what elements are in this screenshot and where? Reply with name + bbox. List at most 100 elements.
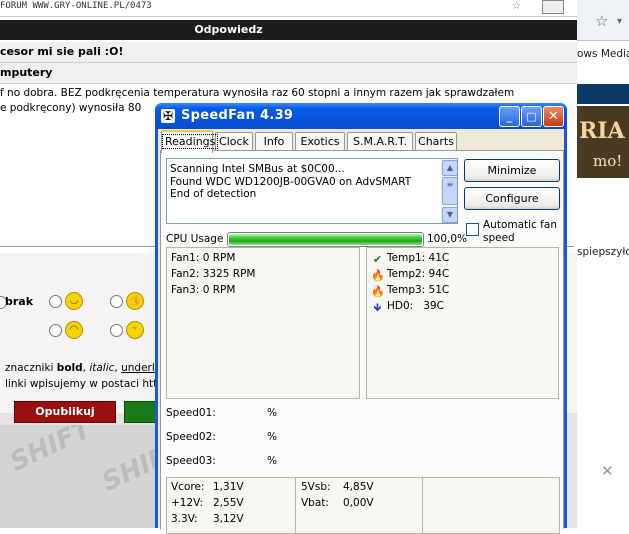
tab-smart[interactable]: S.M.A.R.T. <box>347 132 413 151</box>
ad-banner[interactable]: RIA mo! <box>577 106 629 178</box>
tab-readings[interactable]: Readings <box>161 130 219 153</box>
fan-value: 0 RPM <box>202 284 236 296</box>
speed-row: Speed01: <box>166 407 216 419</box>
voltage-row: 5Vsb: 4,85V <box>301 481 374 493</box>
fan-row: Fan3: 0 RPM <box>171 284 235 296</box>
voltage-value: 2,55V <box>213 497 244 509</box>
voltage-row: 3.3V: 3,12V <box>171 513 244 525</box>
temp-row: Temp1: 41C <box>387 252 449 264</box>
voltage-name: 3.3V: <box>171 513 198 525</box>
fan-name: Fan1: <box>171 252 200 264</box>
temp-row: Temp3: 51C <box>387 284 449 296</box>
voltage-name: +12V: <box>171 497 204 509</box>
banner-text: RIA <box>579 118 625 144</box>
automatic-fan-speed-checkbox[interactable] <box>466 223 479 236</box>
watermark-text: SHIFT <box>5 425 96 478</box>
scroll-thumb[interactable]: ≡ <box>442 177 457 205</box>
log-lines: Scanning Intel SMBus at $0C00... Found W… <box>170 163 411 201</box>
log-scrollbar[interactable]: ▲ ≡ ▼ <box>441 159 457 223</box>
cpu-usage-fill <box>229 234 422 245</box>
tab-label: Readings <box>162 134 219 149</box>
automatic-fan-speed-label: Automatic fan speed <box>483 219 557 244</box>
address-text: FORUM WWW.GRY-ONLINE.PL/0473 <box>0 1 152 11</box>
voltage-value: 3,12V <box>213 513 244 525</box>
configure-button[interactable]: Configure <box>464 187 560 210</box>
temp-name: Temp3: <box>387 284 426 296</box>
speed-row: Speed02: <box>166 431 216 443</box>
tongue-face-icon: ᵕ <box>126 321 144 339</box>
bookmark-star-icon[interactable]: ☆ <box>595 12 608 30</box>
textarea-line: f no dobra. BEZ podkręcenia temperatura … <box>0 87 515 99</box>
minimize-window-button[interactable]: _ <box>499 106 520 127</box>
minimize-button[interactable]: Minimize <box>464 159 560 182</box>
temp-name: Temp1: <box>387 252 426 264</box>
title-bar[interactable]: ✠ SpeedFan 4.39 _ □ ✕ <box>155 103 567 129</box>
temp-value: 51C <box>428 284 450 296</box>
smile-icon: ◡ <box>65 292 83 310</box>
fan-value: 3325 RPM <box>202 268 256 280</box>
voltage-row: Vcore: 1,31V <box>171 481 244 493</box>
scroll-down-icon[interactable]: ▼ <box>442 207 457 223</box>
voltage-row: +12V: 2,55V <box>171 497 244 509</box>
hint-bold: bold <box>56 362 83 374</box>
speedfan-window: ✠ SpeedFan 4.39 _ □ ✕ Readings Clock Inf… <box>155 103 567 534</box>
voltage-value: 1,31V <box>213 481 244 493</box>
flame-icon: 🔥 <box>371 285 385 298</box>
formatting-hint: znaczniki bold, italic, underline <box>5 362 171 374</box>
label-line: Automatic fan <box>483 219 557 231</box>
emoticon-radio[interactable] <box>110 295 123 308</box>
page-icon[interactable] <box>542 0 564 14</box>
speed-unit: % <box>267 431 277 443</box>
reply-header: Odpowiedz <box>0 20 577 40</box>
temp-row: HD0: 39C <box>387 300 444 312</box>
tab-info[interactable]: Info <box>255 132 293 151</box>
sidebar-link[interactable]: spiepszyło <box>577 246 629 258</box>
tab-charts[interactable]: Charts <box>415 132 457 151</box>
topic-title: cesor mi sie pali :O! <box>0 42 577 63</box>
tab-exotics[interactable]: Exotics <box>295 132 345 151</box>
voltage-row: Vbat: 0,00V <box>301 497 374 509</box>
tab-clock[interactable]: Clock <box>215 132 253 151</box>
address-bar[interactable]: FORUM WWW.GRY-ONLINE.PL/0473 ☆ <box>0 0 577 17</box>
emoticon-radio[interactable] <box>49 324 62 337</box>
fans-list: Fan1: 0 RPM Fan2: 3325 RPM Fan3: 0 RPM <box>166 247 360 399</box>
maximize-window-button[interactable]: □ <box>521 106 542 127</box>
hint-italic: italic <box>89 362 115 374</box>
speedfan-app-icon[interactable]: ✠ <box>161 109 175 123</box>
check-icon: ✔ <box>372 253 383 266</box>
nav-bar <box>577 84 629 104</box>
cpu-usage-value: 100,0% <box>427 233 468 245</box>
temp-name: Temp2: <box>387 268 426 280</box>
scroll-up-icon[interactable]: ▲ <box>442 160 457 176</box>
label-line: speed <box>483 231 515 244</box>
banner-text: mo! <box>593 152 623 170</box>
close-window-button[interactable]: ✕ <box>543 106 564 127</box>
emoticon-radio[interactable] <box>49 295 62 308</box>
voltage-name: Vcore: <box>171 481 205 493</box>
browser-toolbar: ☆ ▾ <box>577 0 629 41</box>
window-client: Readings Clock Info Exotics S.M.A.R.T. C… <box>158 129 564 534</box>
window-title: SpeedFan 4.39 <box>181 108 294 123</box>
emoticon-radio[interactable] <box>110 324 123 337</box>
flame-icon: 🔥 <box>371 269 385 282</box>
voltages-list: Vcore: 1,31V +12V: 2,55V 3.3V: 3,12V 5Vsb: 4… <box>166 477 560 534</box>
speed-unit: % <box>267 455 277 467</box>
readings-panel: Scanning Intel SMBus at $0C00... Found W… <box>160 150 564 534</box>
voltage-value: 0,00V <box>343 497 374 509</box>
log-line: Scanning Intel SMBus at $0C00... <box>170 163 345 175</box>
bookmark-windows-media[interactable]: ows Media <box>577 48 629 60</box>
temperatures-list: ✔ Temp1: 41C 🔥 Temp2: 94C 🔥 Temp3: 51C 🡻… <box>366 247 559 399</box>
voltage-name: Vbat: <box>301 497 329 509</box>
detection-log[interactable]: Scanning Intel SMBus at $0C00... Found W… <box>166 158 458 224</box>
bookmark-star-icon[interactable]: ☆ <box>512 0 521 12</box>
reply-header-label: Odpowiedz <box>194 23 263 36</box>
fan-row: Fan1: 0 RPM <box>171 252 235 264</box>
sad-face-icon: ◠ <box>65 321 83 339</box>
close-icon[interactable]: ✕ <box>601 462 614 480</box>
emoticon-none-label: brak <box>5 295 34 308</box>
hint-prefix: znaczniki <box>5 362 57 374</box>
fan-name: Fan2: <box>171 268 200 280</box>
category-title: mputery <box>0 63 577 84</box>
dropdown-icon[interactable]: ▾ <box>617 16 622 27</box>
publish-button[interactable]: Opublikuj <box>14 401 116 423</box>
